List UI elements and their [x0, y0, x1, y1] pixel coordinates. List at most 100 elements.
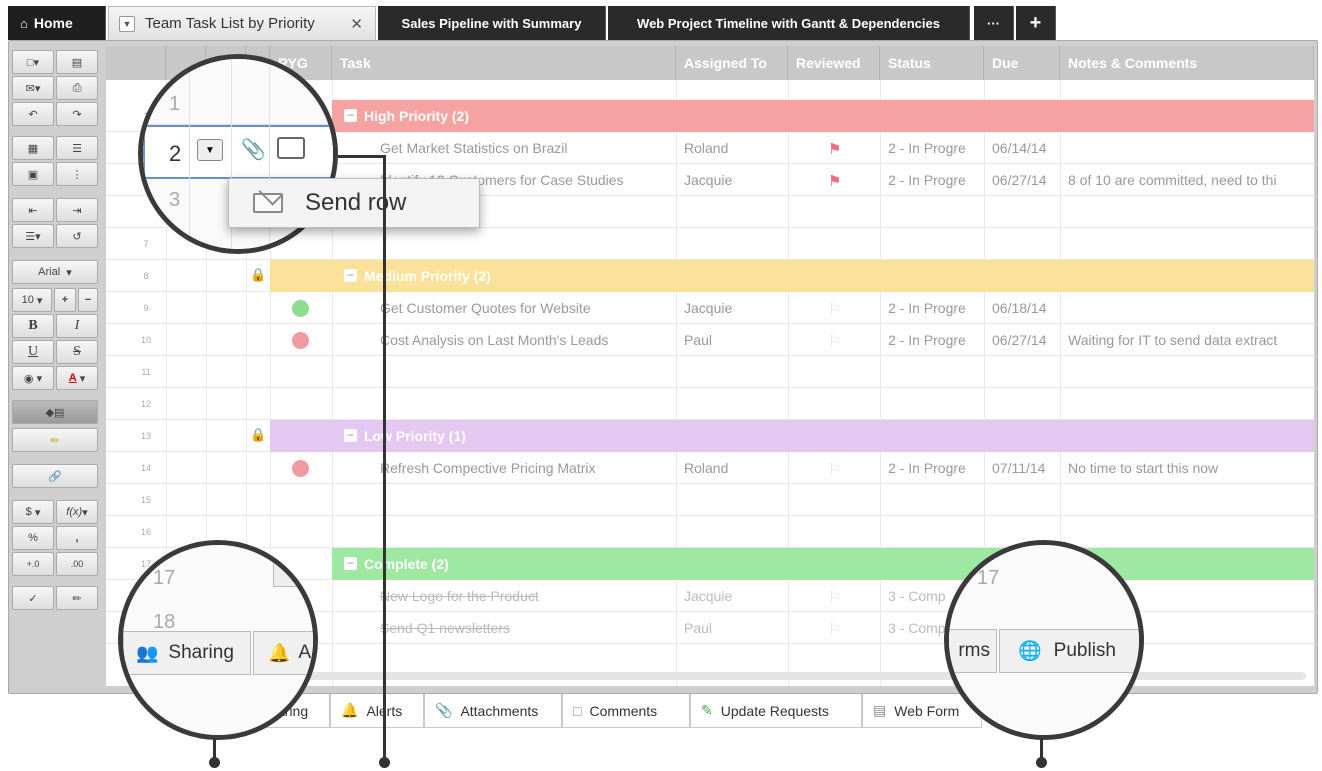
- font-select[interactable]: Arial ▾: [12, 260, 98, 284]
- table-row[interactable]: 15: [106, 484, 1314, 516]
- comments-tab[interactable]: □ Comments: [562, 694, 690, 728]
- underline-button[interactable]: U: [12, 340, 54, 364]
- status-cell[interactable]: 2 - In Progre: [888, 164, 982, 196]
- status-cell[interactable]: 2 - In Progre: [888, 324, 982, 356]
- fill-color-button[interactable]: ◉ ▾: [12, 366, 54, 390]
- flag-icon[interactable]: ⚐: [828, 588, 841, 606]
- task-cell[interactable]: Get Customer Quotes for Website: [380, 292, 670, 324]
- tab-dropdown-icon[interactable]: ▼: [119, 15, 135, 32]
- clear-format-icon[interactable]: ✓: [12, 586, 54, 610]
- hyperlink-button[interactable]: 🔗: [12, 464, 98, 488]
- task-cell[interactable]: New Logo for the Product: [380, 580, 670, 612]
- increase-decimal-button[interactable]: +.0: [12, 552, 54, 576]
- wrap-icon[interactable]: ↺: [56, 224, 98, 248]
- task-cell[interactable]: Cost Analysis on Last Month's Leads: [380, 324, 670, 356]
- redo-icon[interactable]: ↷: [56, 102, 98, 126]
- table-row[interactable]: 16: [106, 516, 1314, 548]
- assigned-cell[interactable]: Jacquie: [684, 292, 784, 324]
- assigned-cell[interactable]: Jacquie: [684, 580, 784, 612]
- calendar-view-icon[interactable]: ▣: [12, 162, 54, 186]
- paperclip-icon[interactable]: 📎: [241, 137, 266, 162]
- task-cell[interactable]: Refresh Compective Pricing Matrix: [380, 452, 670, 484]
- flag-icon[interactable]: ⚐: [828, 460, 841, 478]
- table-row[interactable]: 9 Get Customer Quotes for Website Jacqui…: [106, 292, 1314, 324]
- outdent-icon[interactable]: ⇤: [12, 198, 54, 222]
- column-due[interactable]: Due: [984, 46, 1060, 80]
- update-requests-tab[interactable]: ✎ Update Requests: [690, 694, 862, 728]
- status-dot-red[interactable]: [292, 332, 309, 349]
- task-cell[interactable]: Get Market Statistics on Brazil: [380, 132, 670, 164]
- close-tab-icon[interactable]: ✕: [350, 15, 363, 33]
- decrease-decimal-button[interactable]: .00: [56, 552, 98, 576]
- indent-icon[interactable]: ⇥: [56, 198, 98, 222]
- due-cell[interactable]: 06/18/14: [992, 292, 1058, 324]
- row-menu-icon[interactable]: ☰▾: [12, 224, 54, 248]
- comment-icon[interactable]: [277, 137, 305, 159]
- undo-icon[interactable]: ↶: [12, 102, 54, 126]
- increase-size-button[interactable]: +: [54, 288, 76, 312]
- status-dot-red[interactable]: [292, 460, 309, 477]
- percent-button[interactable]: %: [12, 526, 54, 550]
- collapse-icon[interactable]: −: [344, 109, 357, 122]
- row-action-dropdown-icon[interactable]: ▼: [273, 559, 313, 587]
- due-cell[interactable]: 07/11/14: [992, 452, 1058, 484]
- notes-cell[interactable]: No time to start this now: [1068, 452, 1312, 484]
- status-dot-green[interactable]: [292, 300, 309, 317]
- font-color-button[interactable]: A ▾: [56, 366, 98, 390]
- gantt-view-icon[interactable]: ☰: [56, 136, 98, 160]
- assigned-cell[interactable]: Paul: [684, 324, 784, 356]
- column-notes[interactable]: Notes & Comments: [1060, 46, 1314, 80]
- tab-sales-pipeline[interactable]: Sales Pipeline with Summary: [378, 6, 606, 40]
- column-status[interactable]: Status: [880, 46, 984, 80]
- collapse-icon[interactable]: −: [344, 269, 357, 282]
- flag-icon[interactable]: ⚑: [828, 140, 841, 158]
- italic-button[interactable]: I: [56, 314, 98, 338]
- notes-cell[interactable]: Waiting for IT to send data extract: [1068, 324, 1312, 356]
- due-cell[interactable]: 06/27/14: [992, 324, 1058, 356]
- add-tab-button[interactable]: +: [1016, 6, 1056, 40]
- more-tabs-button[interactable]: ···: [974, 6, 1014, 40]
- flag-icon[interactable]: ⚐: [828, 332, 841, 350]
- save-icon[interactable]: ▤: [56, 50, 98, 74]
- table-row[interactable]: 12: [106, 388, 1314, 420]
- status-cell[interactable]: 2 - In Progre: [888, 452, 982, 484]
- tab-team-task-list[interactable]: ▼ Team Task List by Priority ✕: [108, 6, 376, 40]
- column-reviewed[interactable]: Reviewed: [788, 46, 880, 80]
- table-row[interactable]: 8 🔒 − Medium Priority (2): [106, 260, 1314, 292]
- attachments-tab[interactable]: 📎 Attachments: [424, 694, 562, 728]
- sharing-button[interactable]: 👥 Sharing: [123, 631, 251, 675]
- flag-icon[interactable]: ⚑: [828, 172, 841, 190]
- card-view-icon[interactable]: ⋮: [56, 162, 98, 186]
- assigned-cell[interactable]: Roland: [684, 452, 784, 484]
- print-icon[interactable]: ⎙: [56, 76, 98, 100]
- flag-icon[interactable]: ⚐: [828, 300, 841, 318]
- assigned-cell[interactable]: Jacquie: [684, 164, 784, 196]
- home-tab[interactable]: ⌂ Home: [8, 6, 106, 40]
- highlight-button[interactable]: ✏: [12, 428, 98, 452]
- assigned-cell[interactable]: Roland: [684, 132, 784, 164]
- conditional-format-button[interactable]: ◆▤: [12, 400, 98, 424]
- font-size-select[interactable]: 10 ▾: [12, 288, 52, 312]
- assigned-cell[interactable]: Paul: [684, 612, 784, 644]
- table-row[interactable]: 11: [106, 356, 1314, 388]
- alerts-button[interactable]: 🔔 A: [253, 631, 313, 675]
- column-assigned-to[interactable]: Assigned To: [676, 46, 788, 80]
- new-doc-icon[interactable]: □▾: [12, 50, 54, 74]
- alerts-tab[interactable]: 🔔 Alerts: [330, 694, 424, 728]
- due-cell[interactable]: 06/27/14: [992, 164, 1058, 196]
- zoom-row-2[interactable]: 2 ▼ 📎: [143, 125, 333, 179]
- format-painter-icon[interactable]: ✏: [56, 586, 98, 610]
- email-icon[interactable]: ✉▾: [12, 76, 54, 100]
- column-task[interactable]: Task: [332, 46, 676, 80]
- tab-web-project-timeline[interactable]: Web Project Timeline with Gantt & Depend…: [608, 6, 970, 40]
- publish-button[interactable]: 🌐 Publish: [999, 629, 1139, 673]
- task-cell[interactable]: Send Q1 newsletters: [380, 612, 670, 644]
- collapse-icon[interactable]: −: [344, 429, 357, 442]
- formula-button[interactable]: f(x) ▾: [56, 500, 98, 524]
- notes-cell[interactable]: 8 of 10 are committed, need to thi: [1068, 164, 1312, 196]
- decrease-size-button[interactable]: −: [78, 288, 98, 312]
- status-cell[interactable]: 2 - In Progre: [888, 132, 982, 164]
- row-action-dropdown-icon[interactable]: ▼: [197, 139, 223, 161]
- bold-button[interactable]: B: [12, 314, 54, 338]
- forms-button[interactable]: rms: [949, 629, 997, 673]
